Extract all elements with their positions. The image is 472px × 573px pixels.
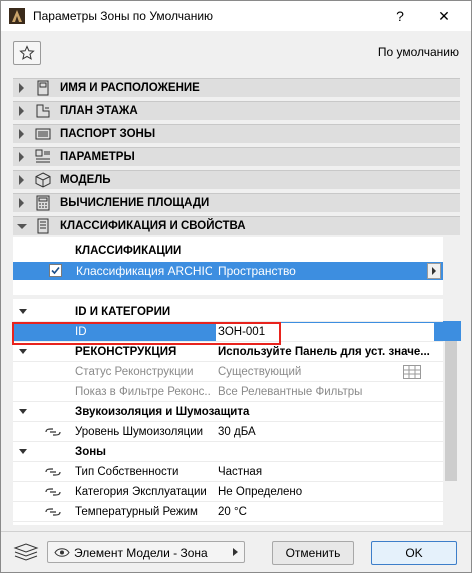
property-name: Категория Эксплуатации	[75, 486, 207, 498]
collapse-arrow-icon[interactable]	[19, 349, 27, 354]
expand-arrow-icon	[19, 83, 24, 93]
panel-label: ВЫЧИСЛЕНИЕ ПЛОЩАДИ	[60, 197, 210, 209]
ok-button[interactable]: OK	[371, 541, 457, 565]
panel-zone-stamp[interactable]: ПАСПОРТ ЗОНЫ	[13, 124, 460, 143]
property-value: 20 °С	[218, 506, 247, 518]
archicad-app-icon	[9, 8, 25, 24]
property-row[interactable]: Категория Эксплуатации Не Определено	[13, 482, 443, 502]
expand-arrow-icon	[19, 106, 24, 116]
model-cube-icon	[35, 172, 51, 188]
panel-label: ИМЯ И РАСПОЛОЖЕНИЕ	[60, 82, 200, 94]
expand-arrow-icon	[19, 129, 24, 139]
scrollbar-thumb[interactable]	[445, 321, 457, 481]
classification-system-name: Классификация ARCHIC...	[76, 264, 212, 278]
property-value: Частная	[218, 466, 263, 478]
checkmark-icon	[51, 266, 60, 275]
classification-checkbox[interactable]	[49, 264, 62, 277]
panel-parameters[interactable]: ПАРАМЕТРЫ	[13, 147, 460, 166]
dropdown-arrow-icon	[233, 548, 238, 556]
property-row[interactable]: Уровень Шумоизоляции 30 дБА	[13, 422, 443, 442]
layers-icon[interactable]	[13, 542, 39, 562]
link-icon	[45, 488, 61, 496]
classifications-header: КЛАССИФИКАЦИИ	[75, 245, 182, 257]
panel-label: КЛАССИФИКАЦИЯ И СВОЙСТВА	[60, 220, 246, 232]
expand-arrow-icon	[19, 198, 24, 208]
collapse-arrow-icon	[17, 224, 27, 229]
model-view-dropdown[interactable]: Элемент Модели - Зона	[47, 541, 245, 563]
property-name: Тип Собственности	[75, 466, 179, 478]
property-row[interactable]: Тип Собственности Частная	[13, 462, 443, 482]
parameters-icon	[35, 149, 50, 163]
classification-value: Пространство	[218, 264, 296, 278]
close-button[interactable]: ✕	[433, 5, 455, 27]
model-view-label: Элемент Модели - Зона	[74, 546, 208, 560]
property-value: Не Определено	[218, 486, 303, 498]
expand-arrow-icon	[19, 152, 24, 162]
star-icon	[19, 45, 35, 60]
expand-arrow-icon	[19, 175, 24, 185]
property-value: Все Релевантные Фильтры	[218, 386, 363, 398]
panel-label: МОДЕЛЬ	[60, 174, 111, 186]
panel-area-calculation[interactable]: ВЫЧИСЛЕНИЕ ПЛОЩАДИ	[13, 193, 460, 212]
property-name: Температурный Режим	[75, 506, 198, 518]
property-row[interactable]: Статус Реконструкции Существующий	[13, 362, 443, 382]
property-group-name: РЕКОНСТРУКЦИЯ	[75, 346, 177, 358]
collapse-arrow-icon[interactable]	[19, 309, 27, 314]
default-label: По умолчанию	[377, 45, 459, 59]
id-highlight-frame	[12, 322, 281, 345]
help-button[interactable]: ?	[389, 5, 411, 27]
collapse-arrow-icon[interactable]	[19, 449, 27, 454]
panel-name-location[interactable]: ИМЯ И РАСПОЛОЖЕНИЕ	[13, 78, 460, 97]
property-value: 30 дБА	[218, 426, 256, 438]
panel-model[interactable]: МОДЕЛЬ	[13, 170, 460, 189]
eye-icon	[54, 548, 70, 557]
link-icon	[45, 508, 61, 516]
cancel-button[interactable]: Отменить	[272, 541, 354, 565]
property-group-name: Зоны	[75, 446, 106, 458]
property-row[interactable]: Показ в Фильтре Реконс... Все Релевантны…	[13, 382, 443, 402]
link-icon	[45, 468, 61, 476]
property-group-name: ID И КАТЕГОРИИ	[75, 306, 171, 318]
panel-label: ПАРАМЕТРЫ	[60, 151, 135, 163]
panel-label: ПАСПОРТ ЗОНЫ	[60, 128, 156, 140]
area-calc-icon	[36, 195, 50, 211]
property-value: Существующий	[218, 366, 302, 378]
floor-plan-icon	[36, 104, 50, 118]
name-location-icon	[37, 80, 49, 96]
zone-stamp-icon	[35, 128, 51, 140]
panel-floor-plan[interactable]: ПЛАН ЭТАЖА	[13, 101, 460, 120]
property-name: Уровень Шумоизоляции	[75, 426, 204, 438]
title-bar: Параметры Зоны по Умолчанию ? ✕	[1, 1, 471, 31]
panel-label: ПЛАН ЭТАЖА	[60, 105, 138, 117]
property-group-row[interactable]: ID И КАТЕГОРИИ	[13, 302, 443, 322]
property-group-row[interactable]: Зоны	[13, 442, 443, 462]
property-group-row[interactable]: Звукоизоляция и Шумозащита	[13, 402, 443, 422]
property-group-name: Звукоизоляция и Шумозащита	[75, 406, 250, 418]
selected-row-edge	[443, 321, 461, 341]
favorites-button[interactable]	[13, 41, 41, 65]
table-grid-icon[interactable]	[403, 365, 421, 379]
link-icon	[45, 428, 61, 436]
property-group-row[interactable]: РЕКОНСТРУКЦИЯ Используйте Панель для уст…	[13, 342, 443, 362]
property-row[interactable]: Температурный Режим 20 °С	[13, 502, 443, 522]
property-name: Статус Реконструкции	[75, 366, 194, 378]
window-title: Параметры Зоны по Умолчанию	[33, 9, 214, 23]
classification-row[interactable]: Классификация ARCHIC... Пространство	[13, 262, 443, 280]
classification-picker-button[interactable]	[427, 263, 441, 279]
panel-classification-properties[interactable]: КЛАССИФИКАЦИЯ И СВОЙСТВА	[13, 216, 460, 235]
classification-list: КЛАССИФИКАЦИИ Классификация ARCHIC... Пр…	[13, 237, 443, 295]
dialog-window: Параметры Зоны по Умолчанию ? ✕ По умолч…	[0, 0, 472, 573]
footer-divider	[1, 531, 471, 532]
properties-scrollbar[interactable]	[443, 299, 461, 525]
property-name: Показ в Фильтре Реконс...	[75, 386, 211, 398]
collapse-arrow-icon[interactable]	[19, 409, 27, 414]
classification-icon	[37, 218, 49, 234]
property-group-value: Используйте Панель для уст. значе...	[218, 346, 430, 358]
